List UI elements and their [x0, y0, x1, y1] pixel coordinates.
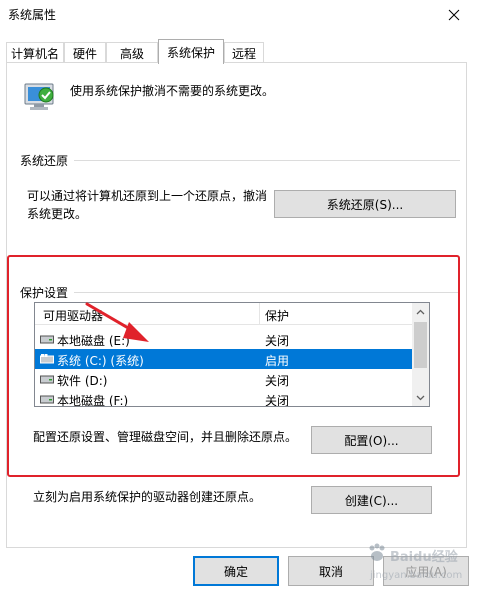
tab-remote[interactable]: 远程	[224, 42, 264, 63]
tab-system-protection[interactable]: 系统保护	[158, 39, 224, 64]
chevron-up-icon	[416, 309, 425, 314]
hard-drive-icon	[40, 395, 54, 404]
hard-drive-icon	[40, 335, 54, 344]
drive-name: 本地磁盘 (F:)	[57, 394, 129, 407]
intro-text: 使用系统保护撤消不需要的系统更改。	[70, 84, 275, 98]
drive-protection-status: 关闭	[265, 374, 290, 388]
watermark-line1: Baidu经验	[390, 550, 458, 565]
window-title: 系统属性	[8, 8, 57, 22]
column-separator[interactable]	[259, 303, 260, 325]
close-button[interactable]	[431, 0, 477, 30]
restore-description-line1: 可以通过将计算机还原到上一个还原点，撤消	[27, 189, 268, 203]
drive-name: 本地磁盘 (E:)	[57, 334, 130, 348]
tab-hardware[interactable]: 硬件	[64, 42, 106, 63]
tab-computer-name[interactable]: 计算机名	[6, 42, 64, 63]
drive-row-e[interactable]: 本地磁盘 (E:) 关闭	[35, 329, 413, 349]
drive-name: 系统 (C:) (系统)	[57, 354, 144, 368]
drive-name: 软件 (D:)	[57, 374, 108, 388]
drive-row-f[interactable]: 本地磁盘 (F:) 关闭	[35, 389, 413, 407]
system-restore-button[interactable]: 系统还原(S)...	[274, 190, 456, 218]
close-icon	[448, 9, 460, 21]
tab-advanced[interactable]: 高级	[106, 42, 158, 63]
drive-list-header: 可用驱动器 保护	[35, 303, 413, 325]
protection-group-title: 保护设置	[20, 284, 75, 301]
scroll-down-button[interactable]	[412, 389, 429, 406]
drive-list[interactable]: 可用驱动器 保护 本地磁盘 (E:) 关闭 系统 (C:) (系统) 启用 软件…	[34, 302, 430, 407]
drive-protection-status: 启用	[265, 354, 290, 368]
drive-row-d[interactable]: 软件 (D:) 关闭	[35, 369, 413, 389]
hard-drive-icon	[40, 375, 54, 384]
paw-logo-icon	[369, 543, 385, 561]
title-bar: 系统属性	[0, 0, 477, 30]
drive-list-scrollbar[interactable]	[412, 303, 429, 406]
create-description: 立刻为启用系统保护的驱动器创建还原点。	[33, 490, 262, 504]
create-button[interactable]: 创建(C)...	[311, 486, 432, 514]
restore-group-divider	[20, 160, 460, 161]
configure-description: 配置还原设置、管理磁盘空间，并且删除还原点。	[33, 430, 298, 444]
protection-group-divider	[20, 292, 460, 293]
scroll-up-button[interactable]	[412, 303, 429, 320]
system-protection-icon	[24, 83, 54, 110]
drive-protection-status: 关闭	[265, 334, 290, 348]
column-protection[interactable]: 保护	[265, 307, 289, 324]
chevron-down-icon	[416, 395, 425, 400]
baidu-watermark: Baidu经验 jingyan.baidu.com	[360, 540, 472, 592]
ok-button[interactable]: 确定	[193, 556, 279, 586]
scroll-thumb[interactable]	[414, 322, 427, 368]
watermark-line2: jingyan.baidu.com	[370, 570, 463, 581]
column-drives[interactable]: 可用驱动器	[43, 307, 103, 324]
drive-row-c[interactable]: 系统 (C:) (系统) 启用	[35, 349, 413, 369]
configure-button[interactable]: 配置(O)...	[311, 426, 432, 454]
drive-protection-status: 关闭	[265, 394, 290, 407]
windows-drive-icon	[40, 354, 54, 364]
restore-description-line2: 系统更改。	[27, 207, 88, 221]
restore-group-title: 系统还原	[20, 152, 75, 169]
